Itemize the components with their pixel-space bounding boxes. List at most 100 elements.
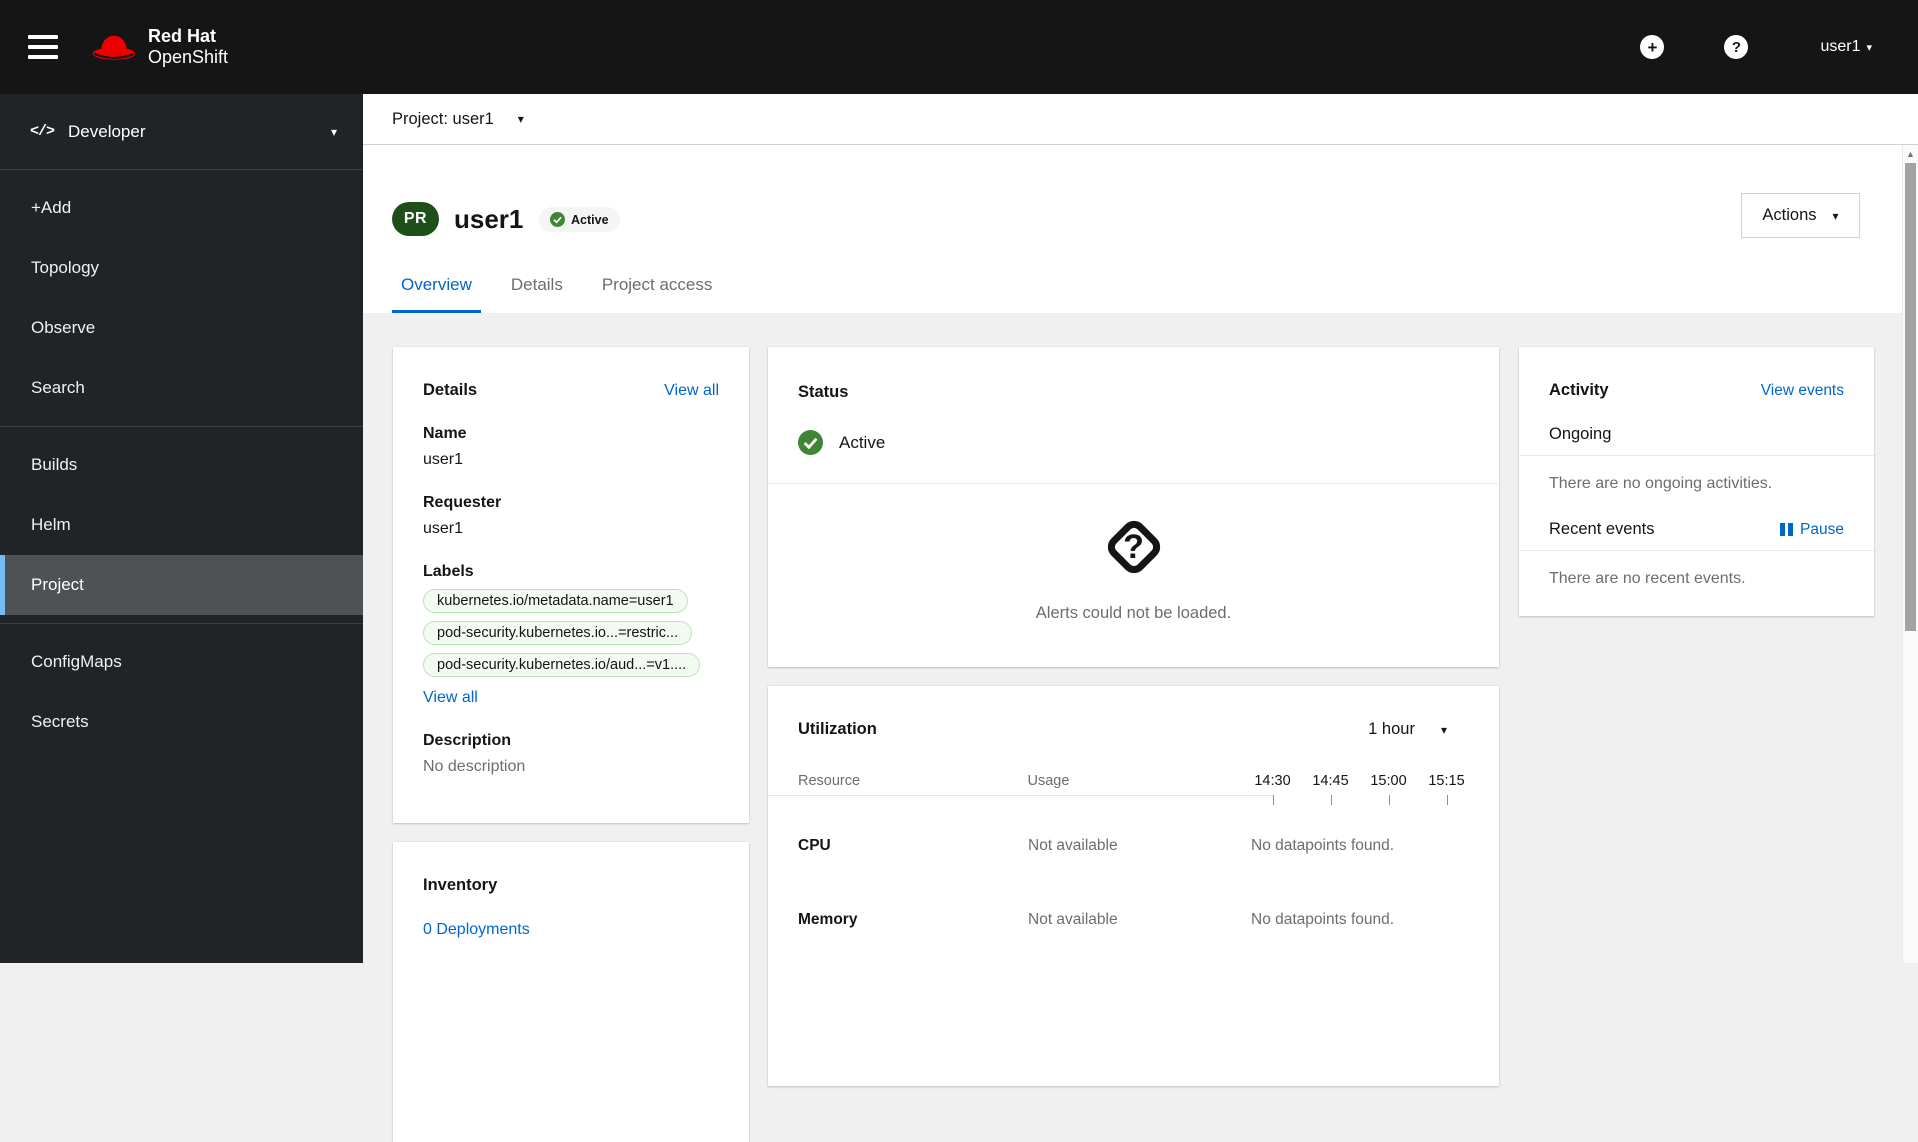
- status-badge-label: Active: [571, 213, 609, 227]
- time-axis: [768, 795, 1499, 807]
- check-circle-icon: [798, 430, 823, 455]
- requester-label: Requester: [423, 494, 719, 512]
- project-selector-bar: Project: user1 ▾: [363, 94, 1918, 145]
- pause-icon: [1780, 523, 1793, 536]
- quick-create-button[interactable]: +: [1640, 35, 1664, 59]
- tab-overview[interactable]: Overview: [392, 260, 481, 313]
- column-header-resource: Resource: [798, 773, 1027, 789]
- perspective-label: Developer: [68, 122, 146, 142]
- sidebar-item-label: Search: [31, 378, 85, 398]
- resource-usage: Not available: [1028, 911, 1228, 929]
- project-selector-label: Project: user1: [392, 110, 494, 129]
- name-value: user1: [423, 451, 719, 469]
- time-label: 15:15: [1424, 773, 1469, 789]
- brand-name: Red Hat: [148, 26, 228, 47]
- tab-project-access[interactable]: Project access: [593, 260, 722, 313]
- status-card-title: Status: [798, 383, 1469, 402]
- main-content: Project: user1 ▾ PR user1 Active Actions…: [363, 94, 1918, 963]
- pause-label: Pause: [1800, 521, 1844, 539]
- details-card: Details View all Name user1 Requester us…: [393, 347, 749, 823]
- caret-down-icon: ▾: [1833, 209, 1839, 223]
- page-header: PR user1 Active Actions ▾ Overview Detai…: [363, 145, 1902, 313]
- sidebar-item-label: Secrets: [31, 712, 89, 732]
- sidebar-item-helm[interactable]: Helm: [0, 495, 363, 555]
- sidebar-item-secrets[interactable]: Secrets: [0, 692, 363, 752]
- sidebar-nav: </> Developer ▾ +Add Topology Observe Se…: [0, 94, 363, 963]
- tab-bar: Overview Details Project access: [392, 260, 742, 313]
- sidebar-item-project[interactable]: Project: [0, 555, 363, 615]
- tab-details[interactable]: Details: [502, 260, 572, 313]
- details-view-all-link[interactable]: View all: [664, 382, 719, 400]
- hamburger-icon: [28, 55, 58, 59]
- time-tick: [1447, 795, 1448, 805]
- masthead: Red Hat OpenShift + ? user1 ▾: [0, 0, 1918, 94]
- time-label: 14:30: [1250, 773, 1295, 789]
- nav-toggle-button[interactable]: [28, 35, 58, 59]
- code-icon: </>: [30, 123, 54, 140]
- caret-down-icon: ▾: [518, 112, 524, 126]
- resource-name: CPU: [798, 837, 1028, 855]
- sidebar-item-label: Helm: [31, 515, 71, 535]
- actions-dropdown[interactable]: Actions ▾: [1741, 193, 1860, 238]
- alerts-empty-state: ? Alerts could not be loaded.: [798, 484, 1469, 623]
- help-icon: ?: [1724, 35, 1748, 59]
- time-label: 15:00: [1366, 773, 1411, 789]
- unknown-status-icon: ?: [1099, 512, 1169, 582]
- axis-line: [768, 795, 1273, 796]
- scrollbar-thumb[interactable]: [1905, 163, 1916, 631]
- inventory-deployments-link[interactable]: 0 Deployments: [423, 921, 530, 939]
- duration-dropdown[interactable]: 1 hour ▾: [1368, 720, 1447, 739]
- sidebar-item-add[interactable]: +Add: [0, 178, 363, 238]
- status-card: Status Active ? Alerts could not be load…: [768, 347, 1499, 667]
- labels-view-all-link[interactable]: View all: [423, 689, 478, 707]
- utilization-header-row: Resource Usage 14:30 14:45 15:00 15:15: [798, 773, 1469, 789]
- time-tick: [1389, 795, 1390, 805]
- perspective-switcher[interactable]: </> Developer ▾: [0, 94, 363, 170]
- requester-value: user1: [423, 520, 719, 538]
- resource-datapoints: No datapoints found.: [1251, 837, 1394, 855]
- no-recent-message: There are no recent events.: [1549, 551, 1844, 616]
- scrollbar-up-arrow-icon[interactable]: ▲: [1903, 147, 1918, 161]
- time-axis-labels: 14:30 14:45 15:00 15:15: [1250, 773, 1469, 789]
- help-button[interactable]: ?: [1724, 35, 1748, 59]
- project-selector[interactable]: Project: user1 ▾: [392, 110, 524, 129]
- alerts-message: Alerts could not be loaded.: [1036, 604, 1231, 623]
- sidebar-item-observe[interactable]: Observe: [0, 298, 363, 358]
- column-header-usage: Usage: [1027, 773, 1227, 789]
- sidebar-item-configmaps[interactable]: ConfigMaps: [0, 632, 363, 692]
- resource-usage: Not available: [1028, 837, 1228, 855]
- pause-events-button[interactable]: Pause: [1780, 521, 1844, 539]
- time-tick: [1331, 795, 1332, 805]
- sidebar-item-label: Project: [31, 575, 84, 595]
- activity-card: Activity View events Ongoing There are n…: [1519, 347, 1874, 616]
- overview-dashboard: Details View all Name user1 Requester us…: [363, 313, 1902, 963]
- utilization-card-title: Utilization: [798, 720, 877, 739]
- sidebar-item-label: +Add: [31, 198, 71, 218]
- sidebar-item-label: Observe: [31, 318, 95, 338]
- sidebar-item-search[interactable]: Search: [0, 358, 363, 418]
- caret-down-icon: ▾: [1866, 41, 1872, 54]
- username: user1: [1820, 38, 1860, 56]
- name-label: Name: [423, 425, 719, 443]
- question-mark-glyph: ?: [1099, 512, 1169, 582]
- description-value: No description: [423, 758, 719, 776]
- label-pill: pod-security.kubernetes.io/aud...=v1....: [423, 653, 700, 677]
- page-title: user1: [454, 202, 523, 236]
- user-menu[interactable]: user1 ▾: [1820, 38, 1872, 56]
- utilization-row-cpu: CPU Not available No datapoints found.: [798, 837, 1469, 855]
- sidebar-item-builds[interactable]: Builds: [0, 435, 363, 495]
- inventory-card: Inventory 0 Deployments: [393, 842, 749, 1142]
- utilization-card: Utilization 1 hour ▾ Resource Usage 14:3…: [768, 686, 1499, 1086]
- description-label: Description: [423, 732, 719, 750]
- redhat-openshift-logo: Red Hat OpenShift: [90, 26, 228, 67]
- project-status-row: Active: [798, 430, 1469, 455]
- time-label: 14:45: [1308, 773, 1353, 789]
- redhat-fedora-icon: [90, 30, 138, 64]
- inventory-card-title: Inventory: [423, 876, 719, 895]
- hamburger-icon: [28, 45, 58, 49]
- caret-down-icon: ▾: [331, 125, 337, 139]
- time-tick: [1273, 795, 1274, 805]
- sidebar-item-topology[interactable]: Topology: [0, 238, 363, 298]
- view-events-link[interactable]: View events: [1761, 382, 1844, 400]
- plus-circle-icon: +: [1640, 35, 1664, 59]
